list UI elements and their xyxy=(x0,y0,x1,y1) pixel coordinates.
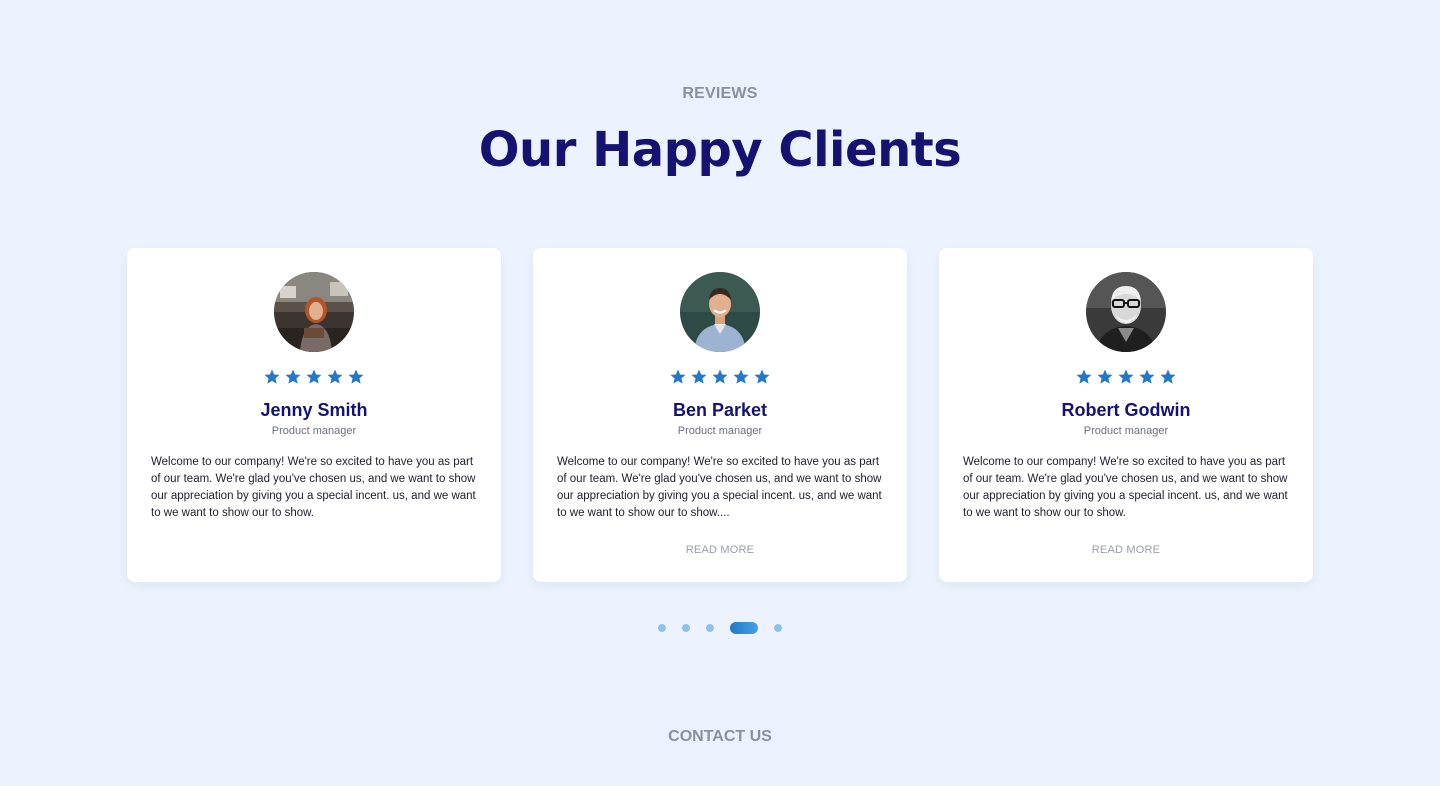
reviewer-name: Robert Godwin xyxy=(1061,400,1191,420)
star-icon xyxy=(754,369,770,384)
review-text: Welcome to our company! We're so excited… xyxy=(557,456,882,519)
star-icon xyxy=(1097,369,1113,384)
reviews-section: REVIEWS Our Happy Clients Jenny Smith Pr… xyxy=(0,0,1440,786)
star-icon xyxy=(327,369,343,384)
reviewer-name: Ben Parket xyxy=(672,400,768,420)
star-icon xyxy=(306,369,322,384)
star-icon xyxy=(712,369,728,384)
reviewer-role: Product manager xyxy=(677,425,763,437)
star-icon xyxy=(1118,369,1134,384)
pagination-dot-3[interactable] xyxy=(706,624,714,632)
reviewer-name: Jenny Smith xyxy=(260,400,368,420)
contact-section-eyebrow: CONTACT US xyxy=(668,728,772,745)
reviews-carousel: Jenny Smith Product manager Welcome to o… xyxy=(127,248,1313,582)
pagination-dot-2[interactable] xyxy=(682,624,690,632)
section-title: Our Happy Clients xyxy=(478,122,962,178)
read-more-link[interactable]: READ MORE xyxy=(533,544,907,556)
read-more-link[interactable]: READ MORE xyxy=(939,544,1313,556)
review-card: Jenny Smith Product manager Welcome to o… xyxy=(127,248,501,582)
pagination-dot-4-active[interactable] xyxy=(730,622,758,634)
rating-stars xyxy=(557,368,883,386)
rating-stars xyxy=(963,368,1289,386)
star-icon xyxy=(1139,369,1155,384)
avatar-photo xyxy=(274,272,354,352)
section-eyebrow: REVIEWS xyxy=(682,85,758,102)
reviewer-role: Product manager xyxy=(271,425,357,437)
carousel-pagination xyxy=(0,622,1440,634)
rating-stars xyxy=(151,368,477,386)
review-card: Robert Godwin Product manager Welcome to… xyxy=(939,248,1313,582)
star-icon xyxy=(285,369,301,384)
avatar-photo xyxy=(1086,272,1166,352)
star-icon xyxy=(733,369,749,384)
reviewer-role: Product manager xyxy=(1083,425,1169,437)
review-text: Welcome to our company! We're so excited… xyxy=(151,456,476,519)
star-icon xyxy=(691,369,707,384)
star-icon xyxy=(1076,369,1092,384)
avatar-photo xyxy=(680,272,760,352)
review-card: Ben Parket Product manager Welcome to ou… xyxy=(533,248,907,582)
pagination-dot-1[interactable] xyxy=(658,624,666,632)
pagination-dot-5[interactable] xyxy=(774,624,782,632)
star-icon xyxy=(348,369,364,384)
star-icon xyxy=(670,369,686,384)
star-icon xyxy=(1160,369,1176,384)
star-icon xyxy=(264,369,280,384)
review-text: Welcome to our company! We're so excited… xyxy=(963,456,1288,519)
